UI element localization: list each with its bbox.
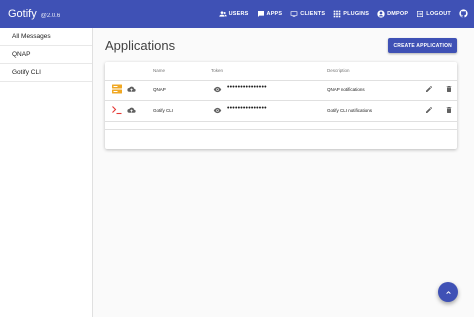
terminal-icon xyxy=(112,106,122,115)
column-name: Name xyxy=(153,68,166,73)
top-nav: USERS APPS CLIENTS PLUGINS DMPOP LOGOUT xyxy=(218,5,468,23)
app-name: Gotify CLI xyxy=(153,108,174,113)
app-token: ••••••••••••••• xyxy=(227,105,267,112)
upload-image-icon[interactable] xyxy=(127,85,136,94)
page-title: Applications xyxy=(105,38,176,53)
nav-apps-label: APPS xyxy=(266,11,283,17)
app-title: Gotify xyxy=(8,8,37,20)
table-row: QNAP ••••••••••••••• QNAP notifications xyxy=(105,80,457,101)
chevron-up-icon xyxy=(445,290,451,294)
apps-icon xyxy=(257,11,264,17)
edit-icon[interactable] xyxy=(425,106,433,114)
github-link[interactable] xyxy=(459,5,468,23)
account-icon xyxy=(377,10,385,18)
edit-icon[interactable] xyxy=(425,85,433,93)
nav-users-button[interactable]: USERS xyxy=(218,10,249,18)
app-version: @2.0.6 xyxy=(40,13,61,19)
app-token: ••••••••••••••• xyxy=(227,84,267,91)
nav-users-label: USERS xyxy=(228,11,249,17)
applications-table: Name Token Description QNAP ••••••••••••… xyxy=(105,62,457,149)
column-token: Token xyxy=(211,68,224,73)
table-header: Name Token Description xyxy=(105,62,457,81)
nav-clients-button[interactable]: CLIENTS xyxy=(290,10,325,18)
sidebar-item-qnap[interactable]: QNAP xyxy=(0,46,92,64)
nav-logout-label: LOGOUT xyxy=(426,11,451,17)
app-name: QNAP xyxy=(153,87,166,92)
nav-plugins-label: PLUGINS xyxy=(343,11,370,17)
sidebar-item-gotify-cli[interactable]: Gotify CLI xyxy=(0,64,92,82)
plugins-icon xyxy=(333,10,341,18)
main-content: Applications CREATE APPLICATION Name Tok… xyxy=(93,28,474,317)
clients-icon xyxy=(290,11,298,17)
table-row: Gotify CLI ••••••••••••••• Gotify CLI no… xyxy=(105,101,457,122)
sidebar: All Messages QNAP Gotify CLI xyxy=(0,28,93,317)
show-token-icon[interactable] xyxy=(213,106,222,115)
show-token-icon[interactable] xyxy=(213,85,222,94)
nav-account-button[interactable]: DMPOP xyxy=(377,10,408,18)
sidebar-item-all-messages[interactable]: All Messages xyxy=(0,28,92,46)
create-application-button[interactable]: CREATE APPLICATION xyxy=(388,38,457,53)
upload-image-icon[interactable] xyxy=(127,106,136,115)
nav-apps-button[interactable]: APPS xyxy=(257,10,283,18)
delete-icon[interactable] xyxy=(445,106,453,114)
app-bar: Gotify @2.0.6 USERS APPS CLIENTS PLUGINS… xyxy=(0,0,474,28)
nav-clients-label: CLIENTS xyxy=(300,11,326,17)
logout-icon xyxy=(417,11,424,17)
nav-account-label: DMPOP xyxy=(387,11,409,17)
nav-logout-button[interactable]: LOGOUT xyxy=(416,10,451,18)
brand[interactable]: Gotify @2.0.6 xyxy=(8,8,60,20)
qnap-server-icon xyxy=(112,84,122,94)
delete-icon[interactable] xyxy=(445,85,453,93)
users-icon xyxy=(218,11,227,17)
github-icon xyxy=(459,9,468,18)
app-description: QNAP notifications xyxy=(327,87,365,92)
app-description: Gotify CLI notifications xyxy=(327,108,373,113)
column-description: Description xyxy=(327,68,350,73)
scroll-to-top-button[interactable] xyxy=(438,282,458,302)
nav-plugins-button[interactable]: PLUGINS xyxy=(333,10,369,18)
